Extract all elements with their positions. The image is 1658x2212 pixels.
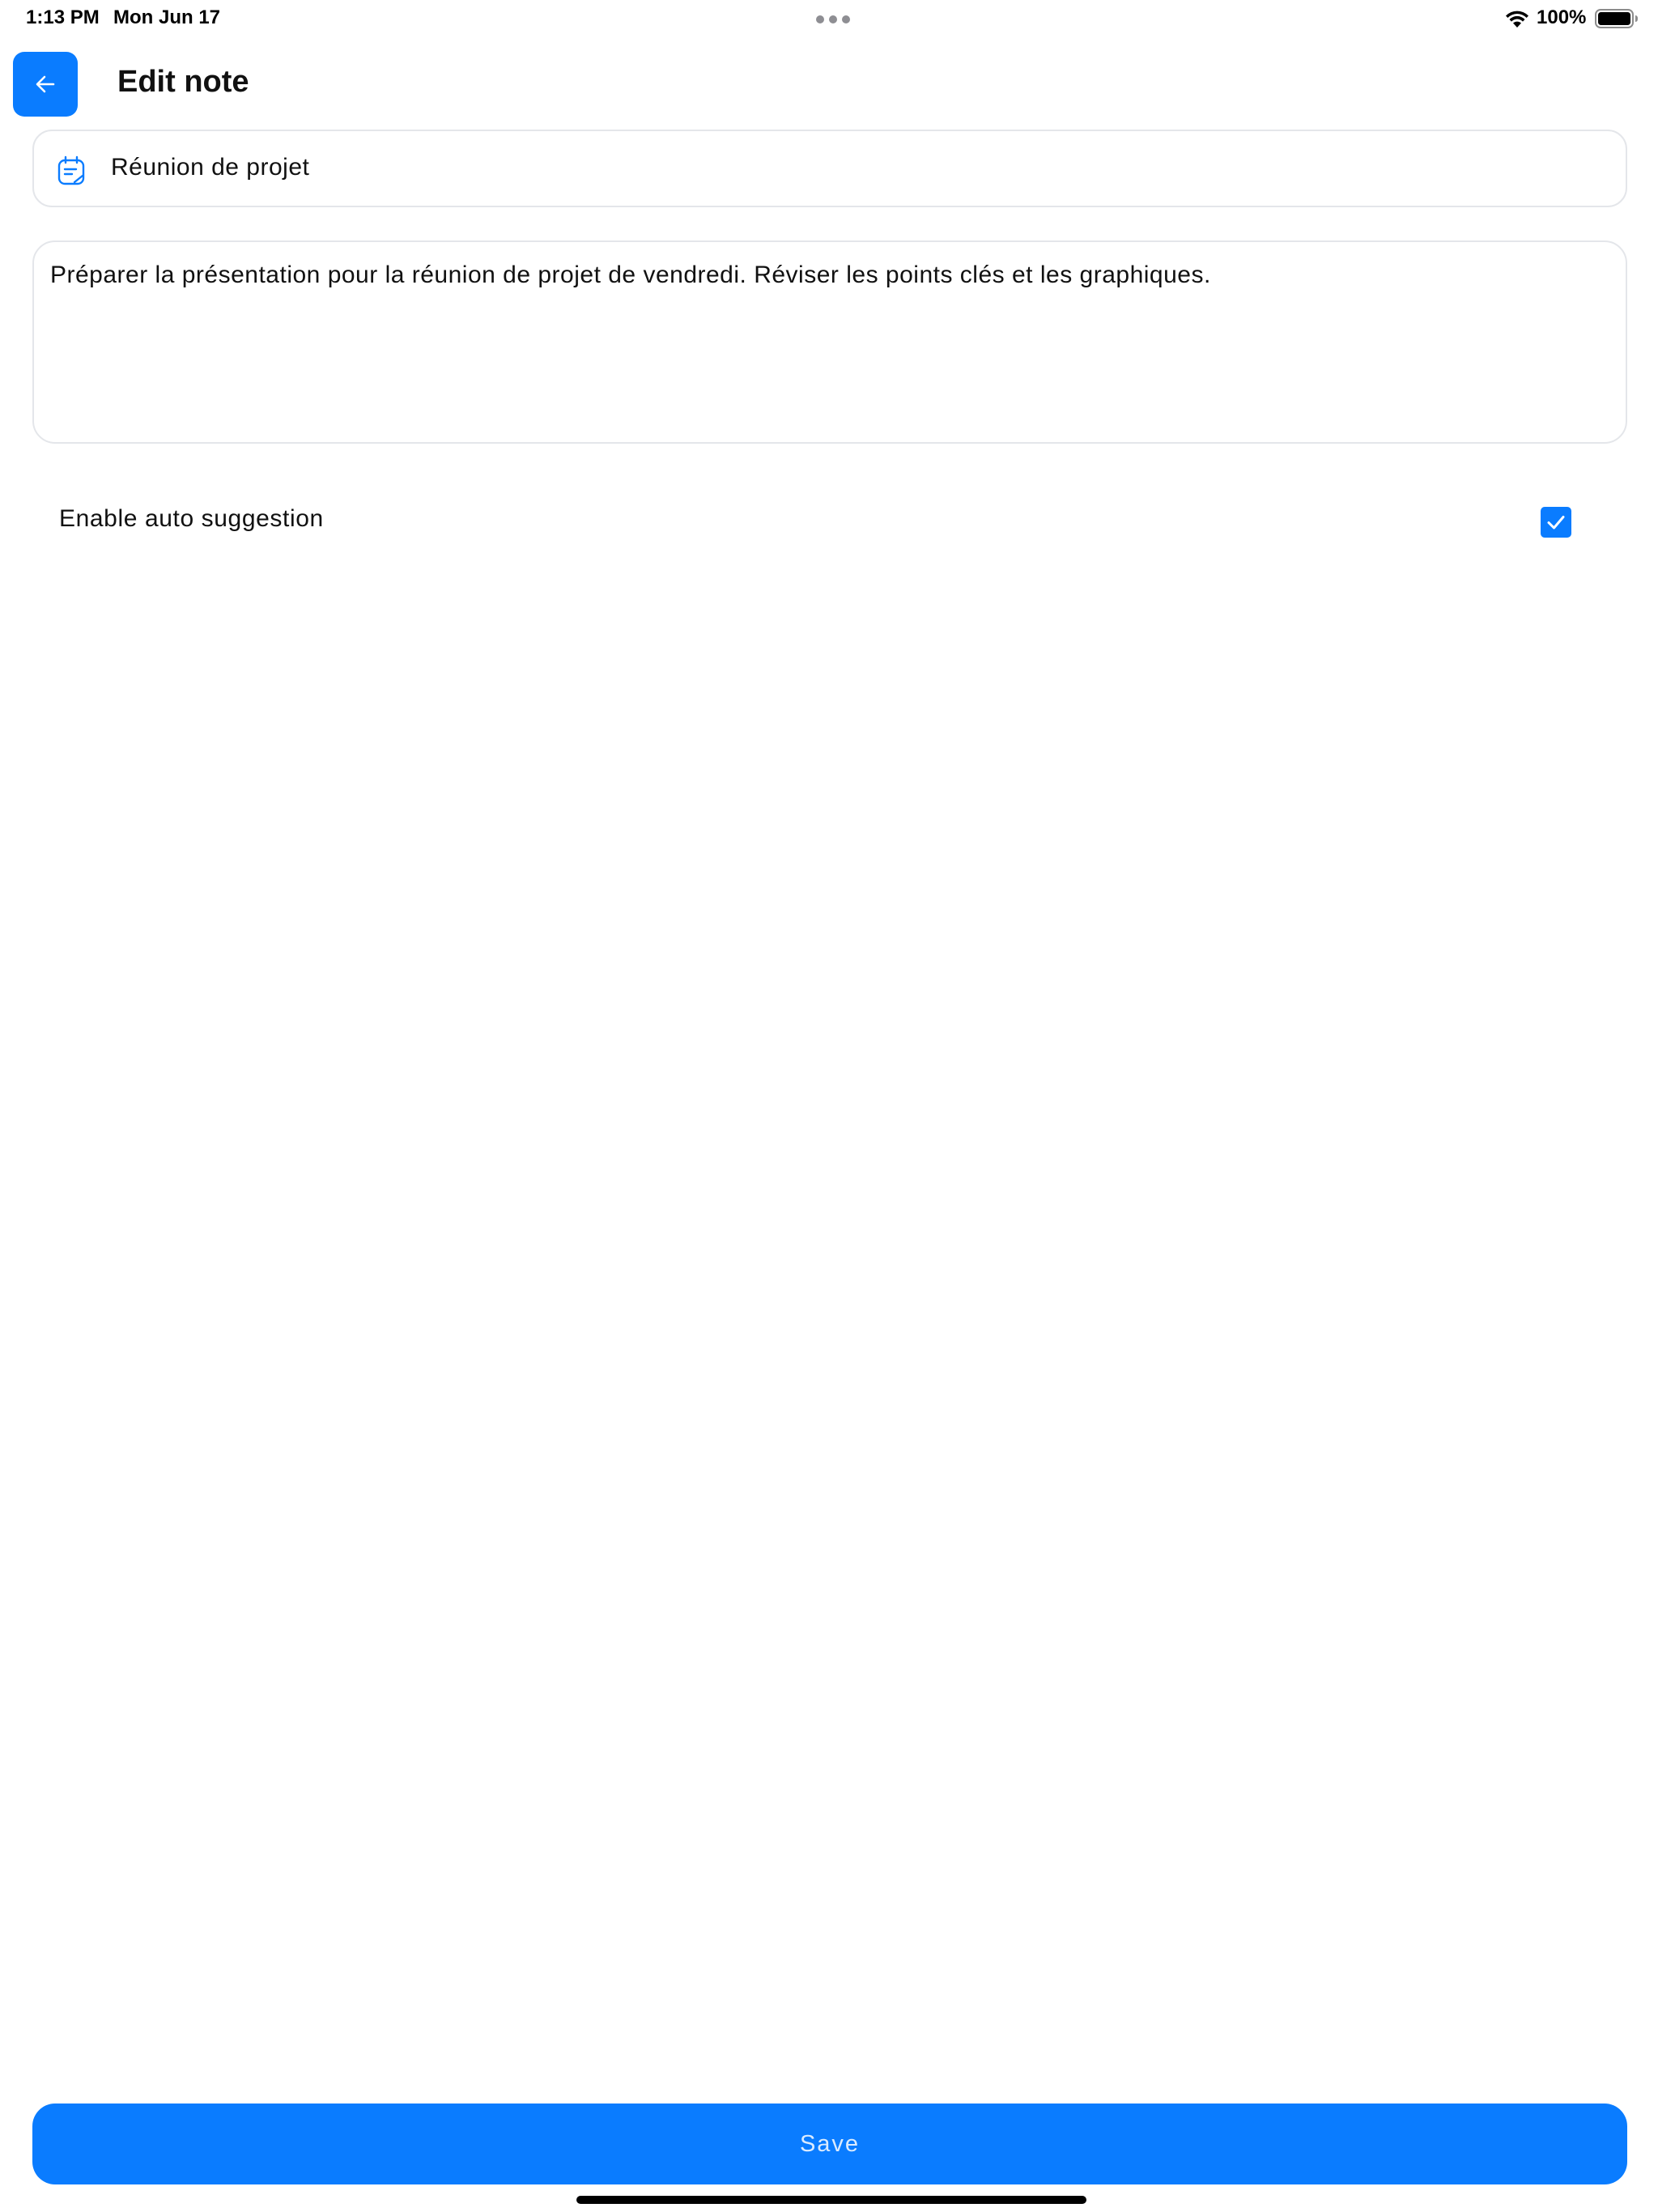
note-body-field[interactable]: Préparer la présentation pour la réunion… bbox=[32, 240, 1627, 444]
back-button[interactable] bbox=[13, 52, 78, 117]
note-title-value[interactable]: Réunion de projet bbox=[111, 154, 309, 181]
note-edit-icon bbox=[57, 155, 85, 185]
battery-percent: 100% bbox=[1537, 6, 1587, 28]
auto-suggestion-row: Enable auto suggestion bbox=[32, 494, 1627, 551]
battery-icon bbox=[1595, 9, 1638, 28]
status-date: Mon Jun 17 bbox=[113, 6, 221, 28]
arrow-left-icon bbox=[36, 75, 55, 93]
status-time: 1:13 PM bbox=[26, 6, 100, 28]
note-body-value[interactable]: Préparer la présentation pour la réunion… bbox=[50, 258, 1609, 292]
status-bar: 1:13 PM Mon Jun 17 100% bbox=[0, 0, 1658, 39]
checkmark-icon bbox=[1547, 516, 1565, 530]
auto-suggestion-label: Enable auto suggestion bbox=[59, 505, 324, 532]
multitask-dots-icon[interactable] bbox=[816, 15, 850, 23]
home-indicator[interactable] bbox=[576, 2196, 1086, 2204]
save-button[interactable]: Save bbox=[32, 2104, 1627, 2184]
note-title-field[interactable]: Réunion de projet bbox=[32, 130, 1627, 207]
auto-suggestion-checkbox[interactable] bbox=[1541, 507, 1571, 538]
page-title: Edit note bbox=[117, 65, 249, 99]
wifi-icon bbox=[1506, 11, 1528, 28]
save-button-label: Save bbox=[799, 2130, 861, 2157]
